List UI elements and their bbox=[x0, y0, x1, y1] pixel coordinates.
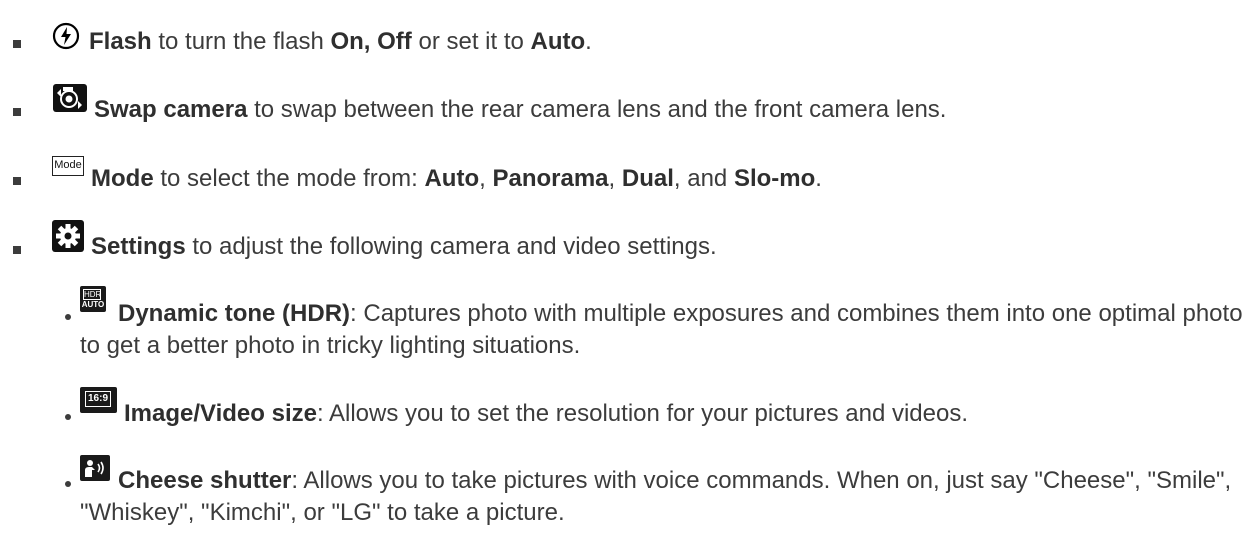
ratio-label: 16:9 bbox=[85, 391, 111, 407]
dot-bullet bbox=[65, 414, 71, 420]
text-run: : Allows you to set the resolution for y… bbox=[316, 400, 968, 427]
square-bullet bbox=[13, 108, 21, 116]
flash-icon bbox=[52, 22, 80, 50]
bold-term: Dual bbox=[621, 165, 674, 192]
bold-term: Panorama bbox=[492, 165, 609, 192]
bold-term: Swap camera bbox=[94, 96, 248, 123]
bold-term: Auto bbox=[424, 165, 480, 192]
text-run: to swap between the rear camera lens and… bbox=[247, 96, 947, 123]
swap-camera-icon bbox=[52, 83, 88, 113]
bold-term: Slo-mo bbox=[733, 165, 816, 192]
mode-icon: Mode bbox=[52, 156, 84, 176]
text-run: . bbox=[815, 165, 822, 192]
bold-term: Mode bbox=[91, 165, 154, 192]
mode-icon-label: Mode bbox=[54, 159, 82, 171]
gear-icon bbox=[52, 220, 84, 252]
dot-bullet bbox=[65, 481, 71, 487]
image-size-icon: 16:9 bbox=[80, 387, 117, 413]
flash-text: Flash to turn the flash On, Off or set i… bbox=[89, 26, 592, 58]
square-bullet bbox=[13, 40, 21, 48]
text-run: to select the mode from: bbox=[153, 165, 425, 192]
bold-term: Flash bbox=[89, 28, 152, 55]
text-run: , and bbox=[673, 165, 734, 192]
text-run: to turn the flash bbox=[151, 28, 331, 55]
text-run: . bbox=[585, 28, 592, 55]
bold-term: Auto bbox=[530, 28, 586, 55]
text-run: or set it to bbox=[411, 28, 531, 55]
text-run: , bbox=[608, 165, 622, 192]
mode-text: Mode to select the mode from: Auto, Pano… bbox=[91, 163, 822, 195]
bold-term: On, Off bbox=[330, 28, 412, 55]
dynamic-tone-text: Dynamic tone (HDR): Captures photo with … bbox=[80, 298, 1250, 362]
settings-text: Settings to adjust the following camera … bbox=[91, 231, 717, 263]
dot-bullet bbox=[65, 314, 71, 320]
bold-term: Settings bbox=[91, 233, 186, 260]
cheese-shutter-text: Cheese shutter: Allows you to take pictu… bbox=[80, 465, 1250, 529]
text-run: , bbox=[479, 165, 493, 192]
bold-term: Dynamic tone (HDR) bbox=[118, 300, 351, 327]
square-bullet bbox=[13, 246, 21, 254]
swap-camera-text: Swap camera to swap between the rear cam… bbox=[94, 94, 946, 126]
bold-term: Image/Video size bbox=[124, 400, 317, 427]
square-bullet bbox=[13, 177, 21, 185]
image-size-text: Image/Video size: Allows you to set the … bbox=[124, 398, 968, 430]
bold-term: Cheese shutter bbox=[118, 467, 292, 494]
text-run: to adjust the following camera and video… bbox=[185, 233, 717, 260]
